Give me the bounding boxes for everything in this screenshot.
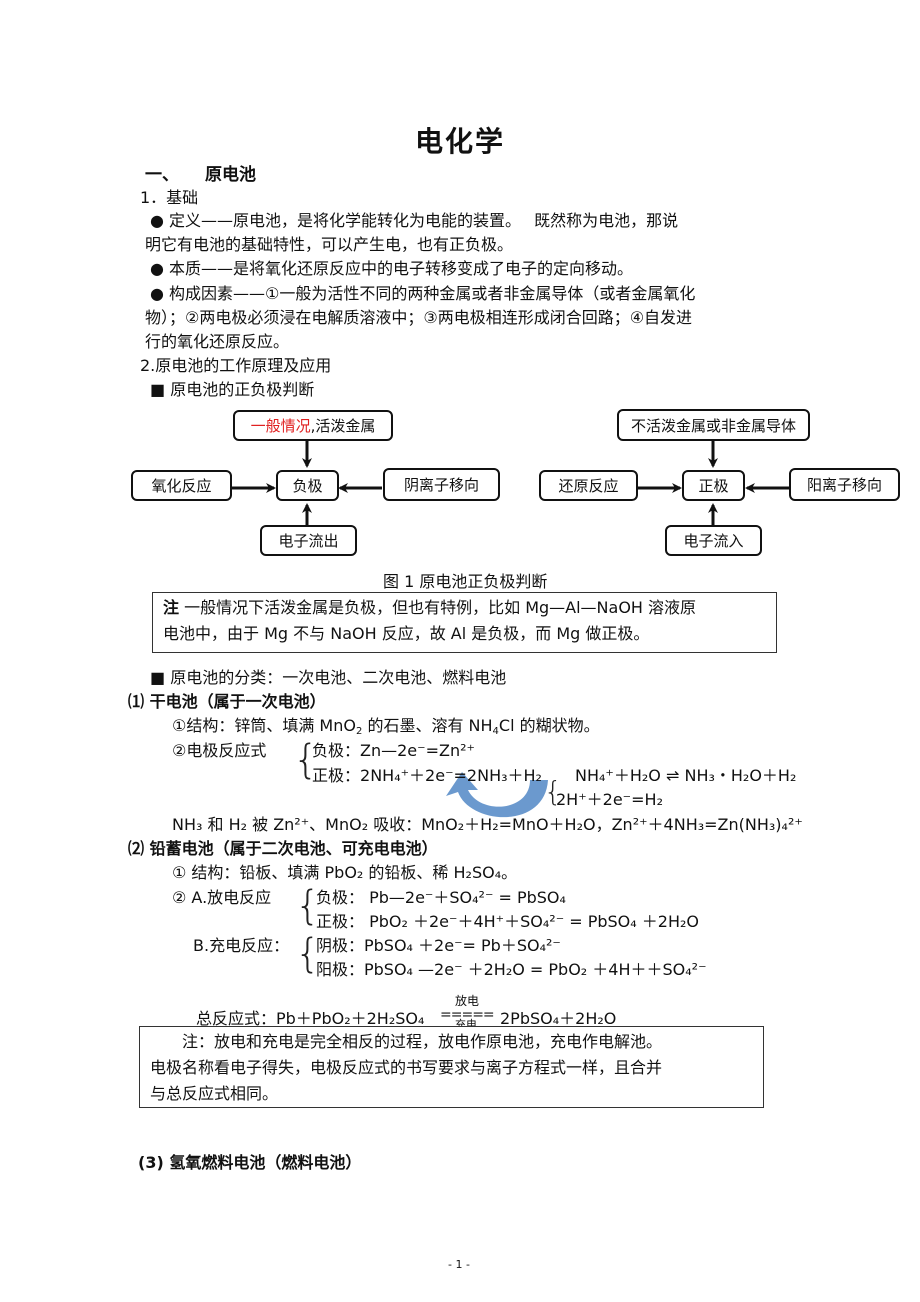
- active-metal-label: ,活泼金属: [310, 417, 376, 435]
- electron-out-box: 电子流出: [260, 525, 357, 556]
- discharge-label: ② A.放电反应: [172, 888, 272, 907]
- discharge-positive: 正极： PbO₂ ＋2e⁻＋4H⁺＋SO₄²⁻ = PbSO₄ ＋2H₂O: [316, 912, 699, 931]
- reduction-box: 还原反应: [539, 470, 638, 501]
- note1-line-1: 一般情况下活泼金属是负极，但也有特例，比如 Mg—Al—NaOH 溶液原: [179, 598, 697, 617]
- note-label: 注: [163, 598, 180, 617]
- note2-line-2: 电极名称看电子得失，电极反应式的书写要求与离子方程式一样，且合并: [150, 1058, 663, 1077]
- side-equation-1: NH₄⁺＋H₂O ⇌ NH₃・H₂O＋H₂: [575, 766, 797, 785]
- positive-top-box: 不活泼金属或非金属导体: [617, 409, 810, 441]
- note2-line-1: 注：放电和充电是完全相反的过程，放电作原电池，充电作电解池。: [150, 1032, 663, 1051]
- structure-part-1: ①结构：锌筒、填满 MnO: [172, 716, 356, 735]
- electrode-reaction-label: ②电极反应式: [172, 741, 267, 760]
- pos-equation: 2NH₄⁺＋2e⁻=2NH₃＋H₂: [360, 766, 542, 785]
- classification-text: ■ 原电池的分类：一次电池、二次电池、燃料电池: [150, 668, 507, 687]
- lead-cell-structure: ① 结构：铅板、填满 PbO₂ 的铅板、稀 H₂SO₄。: [172, 863, 518, 882]
- page-number: - 1 -: [448, 1258, 470, 1271]
- dry-cell-heading: ⑴ 干电池（属于一次电池）: [128, 692, 326, 711]
- lead-cell-heading: ⑵ 铅蓄电池（属于二次电池、可充电电池）: [128, 839, 438, 858]
- positive-electrode-box: 正极: [682, 470, 745, 501]
- figure-caption: 图 1 原电池正负极判断: [383, 572, 548, 591]
- charge-anode: 阳极：PbSO₄ —2e⁻ ＋2H₂O = PbO₂ ＋4H＋＋SO₄²⁻: [316, 960, 707, 979]
- note2-line-3: 与总反应式相同。: [150, 1084, 279, 1103]
- anion-migration-box: 阴离子移向: [383, 468, 500, 501]
- charge-label: B.充电反应：: [193, 936, 290, 955]
- oxidation-box: 氧化反应: [131, 470, 232, 501]
- dry-neg-line: 负极：Zn—2e⁻=Zn²⁺: [312, 740, 475, 762]
- pos-label: 正极：: [312, 766, 361, 785]
- structure-part-3: Cl 的糊状物。: [498, 716, 600, 735]
- absorption-text: NH₃ 和 H₂ 被 Zn²⁺、MnO₂ 吸收：MnO₂＋H₂=MnO＋H₂O，…: [172, 815, 803, 834]
- structure-part-2: 的石墨、溶有 NH: [362, 716, 493, 735]
- note1-line-2: 电池中，由于 Mg 不与 NaOH 反应，故 Al 是负极，而 Mg 做正极。: [163, 624, 650, 643]
- general-case-label: 一般情况: [250, 417, 311, 435]
- fuel-cell-heading: (3) 氢氧燃料电池（燃料电池）: [138, 1153, 362, 1172]
- electron-in-box: 电子流入: [665, 525, 762, 556]
- negative-top-box: 一般情况 ,活泼金属: [233, 410, 393, 441]
- dry-cell-structure: ①结构：锌筒、填满 MnO2 的石墨、溶有 NH4Cl 的糊状物。: [172, 716, 600, 737]
- side-equation-2: 2H⁺＋2e⁻=H₂: [556, 790, 663, 809]
- note-box-2: 注：放电和充电是完全相反的过程，放电作原电池，充电作电解池。 电极名称看电子得失…: [139, 1026, 764, 1108]
- neg-label: 负极：: [312, 741, 361, 760]
- neg-equation: Zn—2e⁻=Zn²⁺: [360, 741, 475, 760]
- dry-pos-line: 正极：2NH₄⁺＋2e⁻=2NH₃＋H₂: [312, 765, 542, 787]
- discharge-negative: 负极： Pb—2e⁻＋SO₄²⁻ = PbSO₄: [316, 888, 566, 907]
- charge-cathode: 阴极：PbSO₄ ＋2e⁻= Pb＋SO₄²⁻: [316, 936, 561, 955]
- negative-electrode-box: 负极: [276, 470, 339, 501]
- cation-migration-box: 阳离子移向: [789, 468, 900, 501]
- note-box-1: 注 一般情况下活泼金属是负极，但也有特例，比如 Mg—Al—NaOH 溶液原 电…: [152, 592, 777, 653]
